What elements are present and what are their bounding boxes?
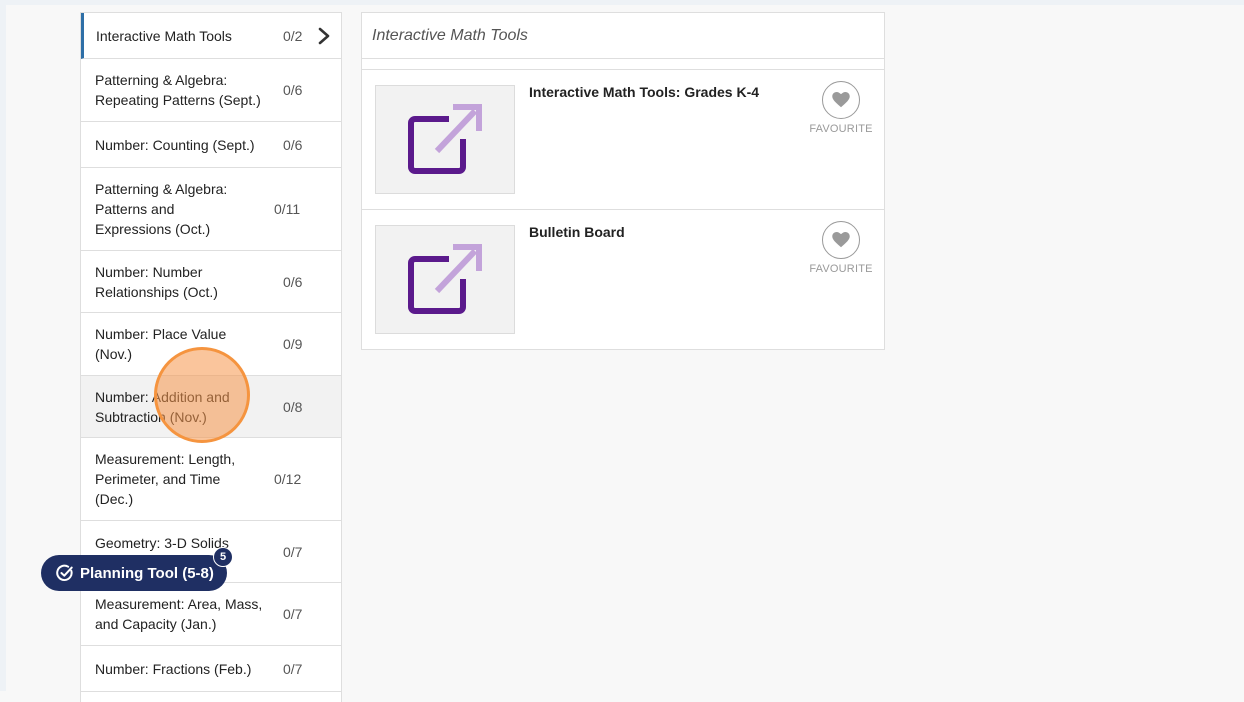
planning-tool-label: Planning Tool (5-8) xyxy=(80,564,214,582)
sidebar-item-label: Interactive Math Tools xyxy=(96,27,232,44)
sidebar-item-count: 0/9 xyxy=(283,336,303,352)
sidebar-item-label: Number: Counting (Sept.) xyxy=(95,136,255,153)
sidebar-item-area-mass-capacity[interactable]: Measurement: Area, Mass, and Capacity (J… xyxy=(81,583,341,646)
sidebar-item-count: 0/2 xyxy=(283,27,303,44)
sidebar-item-number-relationships[interactable]: Number: Number Relationships (Oct.) 0/6 xyxy=(81,251,341,313)
sidebar-item-label: Patterning & Algebra: Repeating Patterns… xyxy=(95,72,261,108)
sidebar-item-count: 0/12 xyxy=(274,471,302,487)
sidebar-item-label: Patterning & Algebra: Patterns and Expre… xyxy=(95,181,228,237)
planning-tool-badge: 5 xyxy=(213,547,233,567)
resource-panel: Interactive Math Tools Interactive Math … xyxy=(361,12,885,350)
heart-icon xyxy=(832,232,850,248)
resource-title[interactable]: Interactive Math Tools: Grades K-4 xyxy=(529,84,759,100)
sidebar-item-interactive-math-tools[interactable]: Interactive Math Tools 0/2 xyxy=(81,13,341,59)
sidebar-item-count: 0/6 xyxy=(283,136,303,153)
sidebar-item-label: Measurement: Length, Perimeter, and Time… xyxy=(95,451,236,507)
sidebar-item-count: 0/11 xyxy=(274,201,301,217)
resource-thumbnail[interactable] xyxy=(375,225,515,334)
external-link-icon xyxy=(408,243,482,314)
chevron-right-icon xyxy=(318,27,330,44)
check-circle-icon xyxy=(56,564,73,582)
sidebar-item-patterns-expressions[interactable]: Patterning & Algebra: Patterns and Expre… xyxy=(81,168,341,251)
sidebar-item-label: Number: Fractions (Feb.) xyxy=(95,660,252,677)
sidebar-item-length-perimeter-time[interactable]: Measurement: Length, Perimeter, and Time… xyxy=(81,438,341,521)
sidebar-item-count: 0/7 xyxy=(283,606,303,622)
resource-card[interactable]: Interactive Math Tools: Grades K-4 FAVOU… xyxy=(362,70,884,210)
click-marker xyxy=(154,347,250,443)
top-strip xyxy=(0,0,1244,5)
sidebar-item-fractions[interactable]: Number: Fractions (Feb.) 0/7 xyxy=(81,646,341,692)
favourite-button[interactable] xyxy=(822,221,860,259)
favourite-button[interactable] xyxy=(822,81,860,119)
sidebar-item-count: 0/6 xyxy=(283,273,303,290)
resource-card[interactable]: Bulletin Board FAVOURITE xyxy=(362,210,884,350)
panel-spacer xyxy=(362,59,884,70)
favourite-control[interactable]: FAVOURITE xyxy=(809,81,873,135)
sidebar-item-repeating-patterns[interactable]: Patterning & Algebra: Repeating Patterns… xyxy=(81,59,341,122)
sidebar-item-label: Geometry: 3-D Solids xyxy=(95,535,229,551)
external-link-icon xyxy=(408,103,482,174)
sidebar-item-count: 0/8 xyxy=(283,398,303,415)
resource-thumbnail[interactable] xyxy=(375,85,515,194)
sidebar-item-label: Measurement: Area, Mass, and Capacity (J… xyxy=(95,596,263,632)
sidebar-item-count: 0/7 xyxy=(283,660,303,677)
favourite-label: FAVOURITE xyxy=(809,263,873,275)
sidebar-item-label: Number: Number Relationships (Oct.) xyxy=(95,263,218,300)
favourite-control[interactable]: FAVOURITE xyxy=(809,221,873,275)
sidebar-item-count: 0/6 xyxy=(283,82,303,98)
sidebar-item-counting[interactable]: Number: Counting (Sept.) 0/6 xyxy=(81,122,341,168)
left-edge xyxy=(0,0,6,691)
sidebar-item-count: 0/7 xyxy=(283,543,303,560)
favourite-label: FAVOURITE xyxy=(809,123,873,135)
resource-title[interactable]: Bulletin Board xyxy=(529,224,625,240)
panel-title: Interactive Math Tools xyxy=(362,13,884,59)
heart-icon xyxy=(832,92,850,108)
planning-tool-button[interactable]: Planning Tool (5-8) xyxy=(41,555,227,591)
